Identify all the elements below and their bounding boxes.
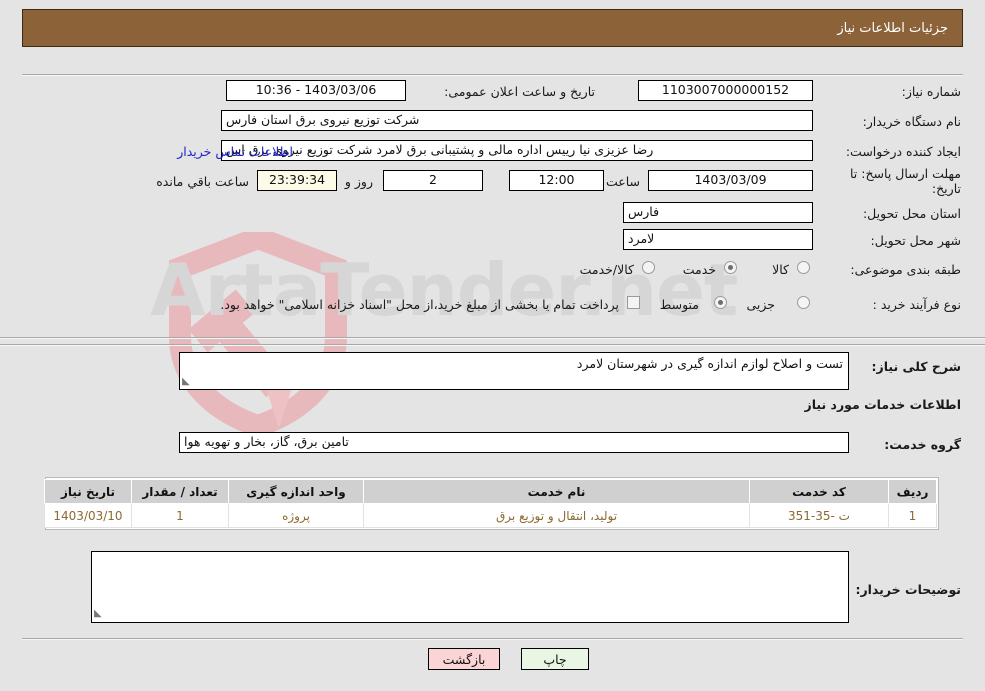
cell-service-code: ت -35-351 <box>749 503 889 528</box>
deadline-time-label: ساعت <box>605 174 640 189</box>
radio-category-khedmat[interactable] <box>724 261 737 274</box>
table-row[interactable]: 1 ت -35-351 تولید، انتقال و توزیع برق پر… <box>44 503 937 528</box>
response-deadline-label: مهلت ارسال پاسخ: تا تاریخ: <box>850 166 961 196</box>
need-number-field[interactable]: 1103007000000152 <box>638 80 813 101</box>
col-service-name: نام خدمت <box>363 479 750 504</box>
radio-process-jozii[interactable] <box>797 296 810 309</box>
col-service-code: کد خدمت <box>749 479 889 504</box>
countdown-timer-field: 23:39:34 <box>257 170 337 191</box>
radio-process-motavasset-label: متوسط <box>659 297 699 312</box>
radio-category-kala-khedmat-label: کالا/خدمت <box>579 262 634 277</box>
radio-process-motavasset[interactable] <box>714 296 727 309</box>
window-title-bar: جزئیات اطلاعات نیاز <box>22 9 963 47</box>
treasury-docs-checkbox[interactable] <box>627 296 640 309</box>
response-deadline-time-field[interactable]: 12:00 <box>509 170 604 191</box>
radio-category-kala-khedmat[interactable] <box>642 261 655 274</box>
cell-service-name: تولید، انتقال و توزیع برق <box>363 503 750 528</box>
purchase-process-label: نوع فرآیند خرید : <box>872 297 961 312</box>
cell-row-no: 1 <box>888 503 937 528</box>
announce-datetime-field[interactable]: 1403/03/06 - 10:36 <box>226 80 406 101</box>
services-table-wrapper: ردیف کد خدمت نام خدمت واحد اندازه گیری ت… <box>44 477 939 530</box>
need-details-page: ArtaTender.net جزئیات اطلاعات نیاز شماره… <box>0 0 985 691</box>
cell-need-date: 1403/03/10 <box>44 503 132 528</box>
delivery-province-label: استان محل تحویل: <box>862 206 961 221</box>
radio-process-jozii-label: جزیی <box>746 297 775 312</box>
general-description-textarea[interactable]: تست و اصلاح لوازم اندازه گیری در شهرستان… <box>179 352 849 390</box>
delivery-city-label: شهر محل تحویل: <box>870 233 961 248</box>
col-need-date: تاریخ نیاز <box>44 479 132 504</box>
table-header-row: ردیف کد خدمت نام خدمت واحد اندازه گیری ت… <box>44 479 937 504</box>
need-number-label: شماره نیاز: <box>901 84 961 99</box>
divider-footer <box>22 638 963 640</box>
col-quantity: تعداد / مقدار <box>131 479 229 504</box>
buyer-notes-textarea[interactable] <box>91 551 849 623</box>
request-creator-field[interactable]: رضا عزیزی نیا رییس اداره مالی و پشتیبانی… <box>221 140 813 161</box>
buyer-org-label: نام دستگاه خریدار: <box>862 114 961 129</box>
col-row-no: ردیف <box>888 479 937 504</box>
general-description-label: شرح کلی نیاز: <box>871 359 961 374</box>
request-creator-label: ایجاد کننده درخواست: <box>845 144 961 159</box>
divider-section-1 <box>0 337 985 339</box>
announce-datetime-label: تاریخ و ساعت اعلان عمومی: <box>444 84 595 99</box>
cell-quantity: 1 <box>131 503 229 528</box>
back-button[interactable]: بازگشت <box>428 648 500 670</box>
print-button[interactable]: چاپ <box>521 648 589 670</box>
treasury-docs-text: پرداخت تمام یا بخشی از مبلغ خرید،از محل … <box>220 297 619 312</box>
general-description-resize-grip[interactable]: ◢ <box>182 376 190 387</box>
buyer-notes-label: توضیحات خریدار: <box>855 582 961 597</box>
delivery-city-field[interactable]: لامرد <box>623 229 813 250</box>
response-deadline-date-field[interactable]: 1403/03/09 <box>648 170 813 191</box>
cell-unit: پروژه <box>228 503 364 528</box>
subject-category-label: طبقه بندی موضوعی: <box>850 262 961 277</box>
services-section-title: اطلاعات خدمات مورد نیاز <box>804 397 962 412</box>
remaining-hours-label: ساعت باقي مانده <box>156 174 249 189</box>
service-group-field[interactable]: تامین برق، گاز، بخار و تهویه هوا <box>179 432 849 453</box>
shield-gavel-icon <box>169 232 347 432</box>
divider-section-2 <box>0 344 985 346</box>
remaining-days-field[interactable]: 2 <box>383 170 483 191</box>
divider-top <box>22 74 963 76</box>
radio-category-kala[interactable] <box>797 261 810 274</box>
buyer-contact-link[interactable]: اطلاعات تماس خریدار <box>177 144 293 159</box>
service-group-label: گروه خدمت: <box>884 437 961 452</box>
delivery-province-field[interactable]: فارس <box>623 202 813 223</box>
page-title: جزئیات اطلاعات نیاز <box>837 20 948 36</box>
days-label: روز و <box>344 174 373 189</box>
radio-category-kala-label: کالا <box>772 262 789 277</box>
buyer-org-field[interactable]: شرکت توزیع نیروی برق استان فارس <box>221 110 813 131</box>
buyer-notes-resize-grip[interactable]: ◢ <box>94 608 102 619</box>
radio-category-khedmat-label: خدمت <box>682 262 716 277</box>
services-table: ردیف کد خدمت نام خدمت واحد اندازه گیری ت… <box>44 479 937 528</box>
col-unit: واحد اندازه گیری <box>228 479 364 504</box>
